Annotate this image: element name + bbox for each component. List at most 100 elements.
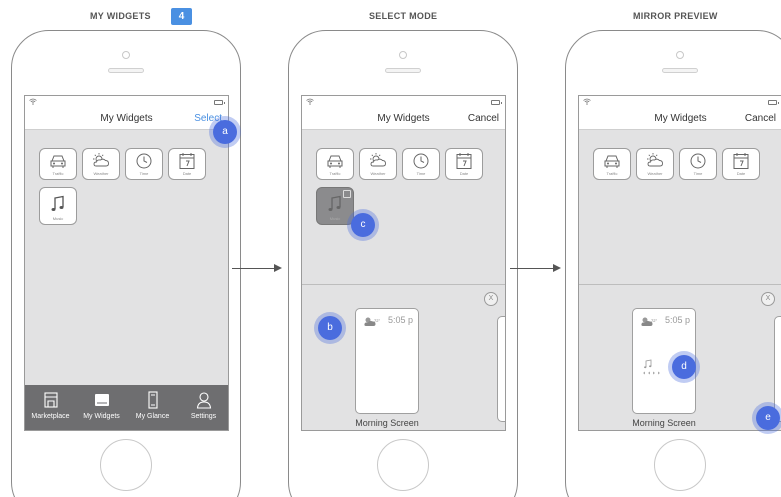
widget-traffic[interactable]: Traffic <box>593 148 631 180</box>
widget-music[interactable]: Music <box>39 187 77 225</box>
marker-c: c <box>351 213 375 237</box>
clock-icon <box>136 153 152 169</box>
music-note-icon <box>51 195 64 211</box>
screen-card[interactable]: 72° 5:05 p <box>355 308 419 414</box>
phone-mirror-preview: My Widgets Cancel Traffic Weather Time D… <box>565 30 781 497</box>
playback-controls-icon <box>643 371 660 375</box>
widget-label: Weather <box>93 171 109 176</box>
widget-traffic[interactable]: Traffic <box>316 148 354 180</box>
nav-bar: My Widgets Select <box>25 96 228 130</box>
store-icon <box>43 392 58 408</box>
speaker-grille <box>385 68 421 73</box>
home-button[interactable] <box>654 439 706 491</box>
marker-a: a <box>213 120 237 144</box>
tab-my-widgets[interactable]: My Widgets <box>76 391 127 420</box>
close-panel-button[interactable]: X <box>484 292 498 306</box>
widget-label: Music <box>329 216 341 221</box>
car-icon <box>327 155 343 168</box>
nav-bar: My Widgets Cancel <box>579 96 781 130</box>
widget-label: Music <box>52 216 64 221</box>
home-button[interactable] <box>100 439 152 491</box>
flow-arrow <box>232 264 282 272</box>
marker-d: d <box>672 355 696 379</box>
widget-time[interactable]: Time <box>125 148 163 180</box>
marker-b: b <box>318 316 342 340</box>
front-camera <box>399 51 407 59</box>
widget-label: Traffic <box>52 171 64 176</box>
car-icon <box>50 155 66 168</box>
tab-settings[interactable]: Settings <box>178 391 228 420</box>
wifi-icon <box>29 98 37 107</box>
calendar-icon <box>179 153 195 169</box>
speaker-grille <box>662 68 698 73</box>
calendar-icon <box>456 153 472 169</box>
tab-marketplace[interactable]: Marketplace <box>25 391 76 420</box>
widget-weather[interactable]: Weather <box>82 148 120 180</box>
widget-date[interactable]: Date <box>168 148 206 180</box>
speaker-grille <box>108 68 144 73</box>
widget-label: Weather <box>647 171 663 176</box>
clock-icon <box>413 153 429 169</box>
widget-label: Date <box>736 171 746 176</box>
widget-label: Traffic <box>606 171 618 176</box>
temperature-text: 72° <box>651 318 658 323</box>
screen-my-widgets: My Widgets Select Traffic Weather Time D… <box>24 95 229 431</box>
widget-label: Date <box>459 171 469 176</box>
weather-icon <box>370 153 386 167</box>
front-camera <box>676 51 684 59</box>
tab-my-glance[interactable]: My Glance <box>127 391 178 420</box>
screen-card-caption: Morning Screen <box>355 418 419 428</box>
tab-label: My Widgets <box>83 413 120 420</box>
glance-icon <box>147 391 158 409</box>
calendar-icon <box>733 153 749 169</box>
widget-label: Traffic <box>329 171 341 176</box>
home-button[interactable] <box>377 439 429 491</box>
widget-label: Time <box>139 171 149 176</box>
weather-icon <box>93 153 109 167</box>
clock-icon <box>690 153 706 169</box>
screen-card-caption: Morning Screen <box>632 418 696 428</box>
music-note-icon <box>328 195 341 211</box>
car-icon <box>604 155 620 168</box>
widget-weather[interactable]: Weather <box>636 148 674 180</box>
clock-text: 5:05 p <box>387 315 413 325</box>
step-badge: 4 <box>171 8 192 25</box>
widget-label: Time <box>416 171 426 176</box>
battery-icon <box>491 100 502 105</box>
battery-icon <box>768 100 779 105</box>
close-panel-button[interactable]: X <box>761 292 775 306</box>
screen-mirror-preview: My Widgets Cancel Traffic Weather Time D… <box>578 95 781 431</box>
widget-date[interactable]: Date <box>445 148 483 180</box>
nav-bar: My Widgets Cancel <box>302 96 505 130</box>
tab-bar: Marketplace My Widgets My Glance Setting… <box>25 385 228 430</box>
widget-label: Time <box>693 171 703 176</box>
front-camera <box>122 51 130 59</box>
marker-e: e <box>756 406 780 430</box>
wifi-icon <box>583 98 591 107</box>
widget-music-selected[interactable]: Music <box>316 187 354 225</box>
widget-traffic[interactable]: Traffic <box>39 148 77 180</box>
widget-label: Date <box>182 171 192 176</box>
clock-text: 5:05 p <box>664 315 690 325</box>
phone-select-mode: My Widgets Cancel Traffic Weather Time D… <box>288 30 518 497</box>
widget-date[interactable]: Date <box>722 148 760 180</box>
next-screen-card[interactable] <box>497 316 505 422</box>
phone-my-widgets: My Widgets Select Traffic Weather Time D… <box>11 30 241 497</box>
wifi-icon <box>306 98 314 107</box>
widget-time[interactable]: Time <box>679 148 717 180</box>
cancel-button[interactable]: Cancel <box>745 113 776 124</box>
cancel-button[interactable]: Cancel <box>468 113 499 124</box>
music-note-icon <box>644 359 652 369</box>
flow-arrow <box>510 264 561 272</box>
weather-icon <box>647 153 663 167</box>
tab-label: Marketplace <box>31 413 70 420</box>
panel-divider <box>302 284 505 285</box>
panel-divider <box>579 284 781 285</box>
battery-icon <box>214 100 225 105</box>
widget-weather[interactable]: Weather <box>359 148 397 180</box>
widget-time[interactable]: Time <box>402 148 440 180</box>
widget-label: Weather <box>370 171 386 176</box>
widgets-icon <box>94 394 109 406</box>
column-title-mirror-preview: MIRROR PREVIEW <box>633 11 718 21</box>
next-screen-card[interactable] <box>774 316 781 422</box>
